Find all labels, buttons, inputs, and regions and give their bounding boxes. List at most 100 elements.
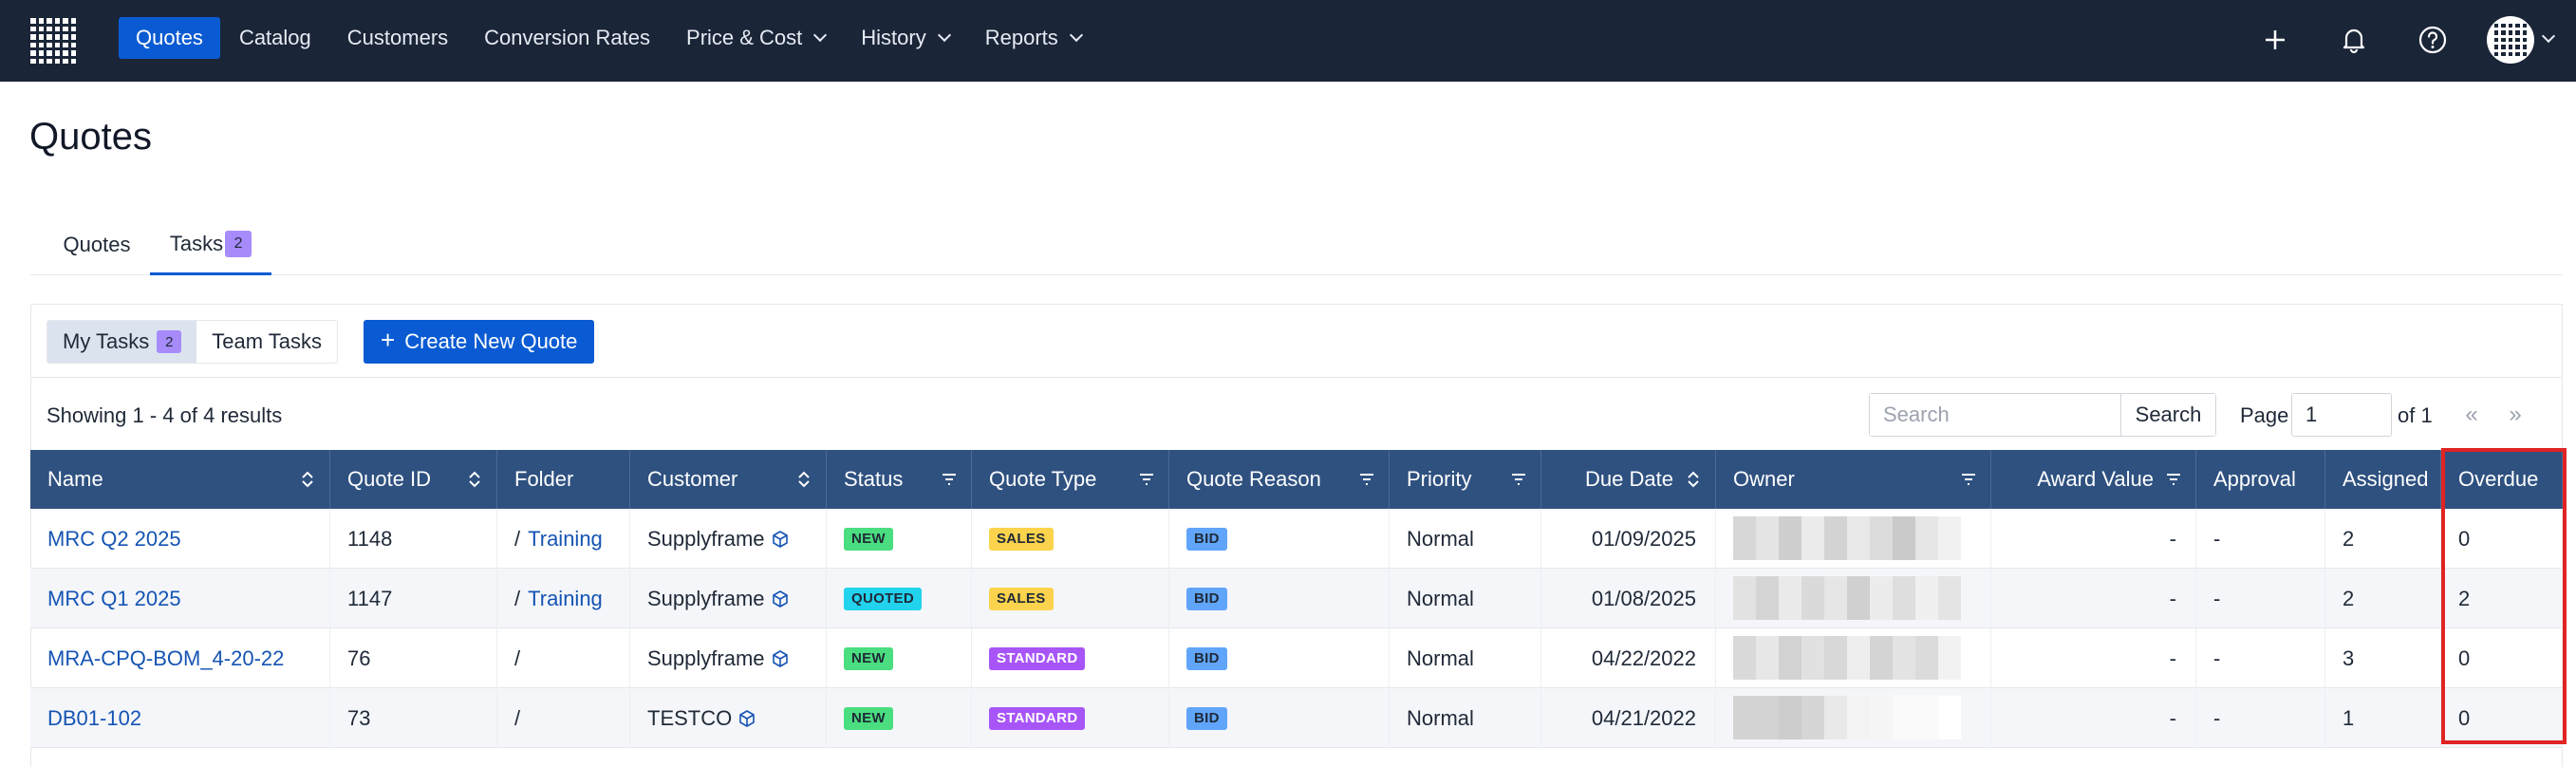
column-header-label: Quote Reason (1186, 467, 1321, 491)
cell-folder: / (497, 688, 630, 748)
award-value-value: - (2169, 586, 2176, 610)
approval-value: - (2213, 645, 2221, 670)
folder-link[interactable]: Training (528, 587, 603, 611)
help-icon[interactable] (2414, 21, 2452, 59)
nav-label: Customers (346, 26, 449, 49)
customer-name: Supplyframe (647, 586, 765, 610)
cell-approval: - (2196, 688, 2325, 748)
folder-separator: / (514, 645, 521, 670)
column-header-label: Name (47, 467, 103, 491)
cube-icon[interactable] (737, 709, 756, 728)
cube-icon[interactable] (771, 589, 790, 608)
app-logo[interactable] (30, 18, 76, 64)
award-value-value: - (2169, 705, 2176, 730)
column-header-quote-type[interactable]: Quote Type (972, 450, 1169, 509)
quote-name-link[interactable]: DB01-102 (47, 706, 141, 731)
quote-type-badge: STANDARD (989, 646, 1086, 670)
award-value-value: - (2169, 526, 2176, 551)
column-header-approval[interactable]: Approval (2196, 450, 2325, 509)
top-navbar: Quotes Catalog Customers Conversion Rate… (0, 0, 2576, 82)
cell-award-value: - (1991, 688, 2196, 748)
create-new-quote-button[interactable]: + Create New Quote (364, 320, 595, 364)
column-header-quote-reason[interactable]: Quote Reason (1169, 450, 1390, 509)
customer-name: Supplyframe (647, 645, 765, 670)
cell-approval: - (2196, 509, 2325, 569)
folder-link[interactable]: Training (528, 527, 603, 552)
nav-label: Catalog (238, 26, 311, 49)
cell-assigned: 1 (2325, 688, 2441, 748)
plus-icon[interactable] (2256, 21, 2294, 59)
column-header-due-date[interactable]: Due Date (1541, 450, 1716, 509)
quote-type-badge: STANDARD (989, 706, 1086, 730)
nav-item-quotes[interactable]: Quotes (119, 17, 220, 59)
cube-icon[interactable] (771, 649, 790, 668)
cell-name: MRA-CPQ-BOM_4-20-22 (30, 628, 330, 688)
priority-value: Normal (1407, 645, 1474, 670)
column-header-customer[interactable]: Customer (630, 450, 827, 509)
column-header-label: Award Value (2037, 467, 2154, 491)
search-button[interactable]: Search (2120, 394, 2215, 436)
my-tasks-label: My Tasks (63, 329, 150, 353)
approval-value: - (2213, 586, 2221, 610)
cell-customer: Supplyframe (630, 569, 827, 628)
team-tasks-button[interactable]: Team Tasks (196, 321, 338, 363)
nav-item-reports[interactable]: Reports (968, 17, 1098, 59)
page-number-input[interactable] (2291, 393, 2392, 437)
nav-label: Quotes (136, 26, 203, 49)
last-page-button[interactable]: » (2493, 394, 2537, 436)
folder-separator: / (514, 586, 521, 610)
cell-award-value: - (1991, 569, 2196, 628)
nav-label: History (861, 26, 926, 49)
cube-icon[interactable] (771, 530, 790, 549)
table-row[interactable]: DB01-102 73 / TESTCO NEW STANDARD BID Normal 04/… (30, 688, 2563, 748)
cell-assigned: 3 (2325, 628, 2441, 688)
table-row[interactable]: MRA-CPQ-BOM_4-20-22 76 / Supplyframe NEW STAN… (30, 628, 2563, 688)
cell-approval: - (2196, 569, 2325, 628)
tab-quotes[interactable]: Quotes (30, 215, 163, 275)
nav-item-history[interactable]: History (844, 17, 965, 59)
cell-owner (1716, 509, 1991, 569)
tab-tasks[interactable]: Tasks 2 (150, 215, 271, 275)
column-header-label: Owner (1733, 467, 1795, 491)
cell-folder: / (497, 628, 630, 688)
assigned-value: 3 (2343, 645, 2355, 670)
column-header-quote-id[interactable]: Quote ID (330, 450, 497, 509)
quote-name-link[interactable]: MRC Q1 2025 (47, 587, 181, 611)
quote-name-link[interactable]: MRC Q2 2025 (47, 527, 181, 552)
nav-item-price-cost[interactable]: Price & Cost (669, 17, 842, 59)
column-header-priority[interactable]: Priority (1390, 450, 1541, 509)
quote-name-link[interactable]: MRA-CPQ-BOM_4-20-22 (47, 646, 284, 671)
search-input[interactable] (1870, 394, 2120, 436)
cell-approval: - (2196, 628, 2325, 688)
column-header-assigned[interactable]: Assigned (2325, 450, 2441, 509)
column-header-owner[interactable]: Owner (1716, 450, 1991, 509)
due-date-value: 01/09/2025 (1591, 526, 1696, 551)
column-header-award-value[interactable]: Award Value (1991, 450, 2196, 509)
search-box: Search (1869, 393, 2216, 437)
nav-label: Reports (984, 26, 1058, 49)
nav-item-customers[interactable]: Customers (330, 17, 465, 59)
cell-name: MRC Q1 2025 (30, 569, 330, 628)
table-row[interactable]: MRC Q2 2025 1148 / Training Supplyframe NEW SA… (30, 509, 2563, 569)
nav-item-catalog[interactable]: Catalog (222, 17, 328, 59)
cell-status: NEW (827, 509, 972, 569)
my-tasks-badge: 2 (157, 330, 182, 353)
nav-item-conversion-rates[interactable]: Conversion Rates (467, 17, 667, 59)
create-label: Create New Quote (404, 329, 578, 353)
cell-customer: Supplyframe (630, 509, 827, 569)
task-count-badge: 2 (225, 230, 252, 257)
avatar[interactable] (2487, 16, 2534, 64)
table-row[interactable]: MRC Q1 2025 1147 / Training Supplyframe QUOTE… (30, 569, 2563, 628)
bell-icon[interactable] (2335, 21, 2373, 59)
cell-quote-type: SALES (972, 509, 1169, 569)
priority-value: Normal (1407, 705, 1474, 730)
cell-due-date: 01/08/2025 (1541, 569, 1716, 628)
quote-id-value: 1147 (347, 586, 393, 610)
column-header-folder[interactable]: Folder (497, 450, 630, 509)
cell-customer: Supplyframe (630, 628, 827, 688)
first-page-button[interactable]: « (2450, 394, 2493, 436)
column-header-status[interactable]: Status (827, 450, 972, 509)
my-tasks-button[interactable]: My Tasks 2 (47, 321, 197, 363)
chevron-down-icon[interactable] (2541, 28, 2556, 44)
column-header-name[interactable]: Name (30, 450, 330, 509)
